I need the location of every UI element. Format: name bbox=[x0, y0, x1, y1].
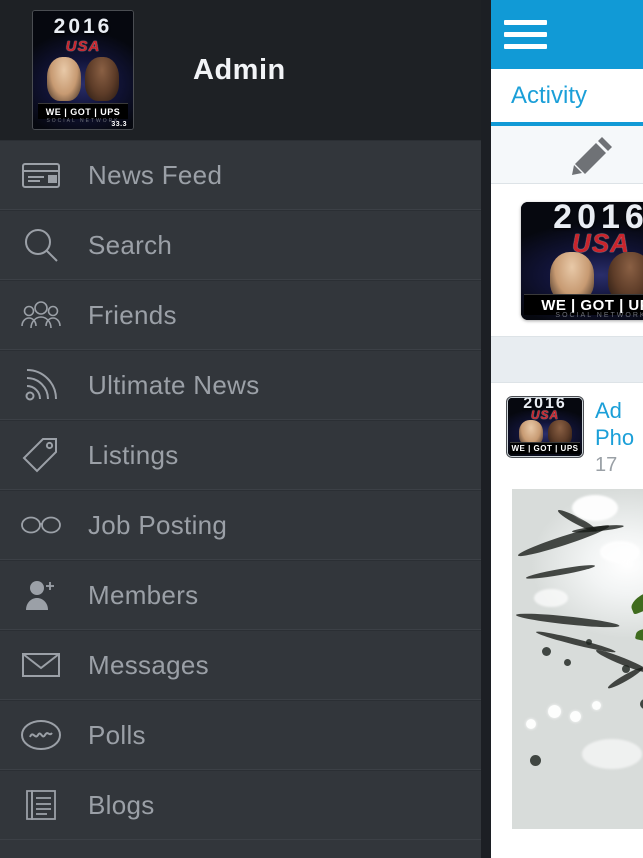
logo-year-text: 2016 bbox=[53, 15, 113, 38]
hamburger-bar bbox=[504, 20, 547, 25]
sidebar-item-friends[interactable]: Friends bbox=[0, 280, 481, 350]
sidebar-item-news-feed[interactable]: News Feed bbox=[0, 140, 481, 210]
post-title-line-1[interactable]: Ad bbox=[595, 397, 634, 424]
sidebar-item-label: Messages bbox=[88, 649, 209, 680]
drawer-menu: News Feed Search Friends Ultimate News L… bbox=[0, 140, 481, 840]
sidebar-item-messages[interactable]: Messages bbox=[0, 630, 481, 700]
avatar-portraits bbox=[508, 420, 582, 446]
search-icon bbox=[10, 226, 72, 264]
compose-toolbar bbox=[491, 126, 643, 184]
sidebar-item-search[interactable]: Search bbox=[0, 210, 481, 280]
drawer-header: 2016 USA WE | GOT | UPS SOCIAL NETWORK 3… bbox=[0, 0, 481, 140]
cover-photo-section: 2016 USA WE | GOT | UPS SOCIAL NETWORK bbox=[491, 184, 643, 336]
sidebar-item-label: News Feed bbox=[88, 159, 223, 190]
avatar-wordmark: WE | GOT | UPS bbox=[510, 442, 580, 454]
avatar[interactable]: 2016 USA WE | GOT | UPS bbox=[507, 397, 583, 457]
sidebar-item-label: Polls bbox=[88, 719, 146, 750]
content-panel: Activity 2016 USA WE | GOT | UPS bbox=[491, 0, 643, 858]
hamburger-bar bbox=[504, 44, 547, 49]
hamburger-menu-icon[interactable] bbox=[504, 20, 547, 49]
sidebar-item-listings[interactable]: Listings bbox=[0, 420, 481, 490]
sidebar-item-label: Blogs bbox=[88, 789, 155, 820]
page-title: Admin bbox=[193, 53, 286, 86]
logo-badge: 33.3 bbox=[103, 115, 133, 129]
sidebar-item-label: Ultimate News bbox=[88, 369, 260, 400]
cover-photo[interactable]: 2016 USA WE | GOT | UPS SOCIAL NETWORK bbox=[521, 202, 643, 320]
tab-bar: Activity bbox=[491, 69, 643, 126]
app-topbar bbox=[491, 0, 643, 69]
app-screen: 2016 USA WE | GOT | UPS SOCIAL NETWORK 3… bbox=[0, 0, 643, 858]
sidebar-item-ultimate-news[interactable]: Ultimate News bbox=[0, 350, 481, 420]
friends-icon bbox=[10, 300, 72, 330]
activity-post: 2016 USA WE | GOT | UPS Ad Pho 17 bbox=[491, 383, 643, 489]
drawer-gutter bbox=[481, 0, 491, 858]
pencil-icon[interactable] bbox=[571, 134, 615, 176]
logo-country-text: USA bbox=[33, 38, 133, 55]
logo-wordmark: WE | GOT | UPS bbox=[38, 103, 128, 119]
post-photo-water-splash[interactable] bbox=[512, 489, 643, 829]
section-separator bbox=[491, 336, 643, 383]
brand-logo: 2016 USA WE | GOT | UPS SOCIAL NETWORK 3… bbox=[33, 11, 133, 129]
logo-portrait-female bbox=[47, 57, 81, 101]
sidebar-item-label: Job Posting bbox=[88, 509, 228, 540]
cover-tagline: SOCIAL NETWORK bbox=[555, 312, 643, 319]
sidebar-item-blogs[interactable]: Blogs bbox=[0, 770, 481, 840]
logo-portraits bbox=[33, 57, 133, 101]
cover-portraits bbox=[521, 252, 643, 302]
post-title-line-2[interactable]: Pho bbox=[595, 424, 634, 451]
rss-icon bbox=[10, 367, 72, 403]
sidebar-item-members[interactable]: Members bbox=[0, 560, 481, 630]
post-text-block: Ad Pho 17 bbox=[595, 397, 634, 477]
post-timestamp: 17 bbox=[595, 454, 618, 476]
sidebar-item-label: Search bbox=[88, 229, 173, 260]
navigation-drawer: 2016 USA WE | GOT | UPS SOCIAL NETWORK 3… bbox=[0, 0, 481, 858]
envelope-icon bbox=[10, 651, 72, 679]
news-feed-icon bbox=[10, 160, 72, 190]
blogs-icon bbox=[10, 787, 72, 823]
post-photo-section bbox=[491, 489, 643, 829]
logo-portrait-male bbox=[85, 57, 119, 101]
hamburger-bar bbox=[504, 32, 547, 37]
sidebar-item-label: Friends bbox=[88, 299, 177, 330]
glasses-icon bbox=[10, 514, 72, 536]
sidebar-item-label: Members bbox=[88, 579, 199, 610]
tab-activity[interactable]: Activity bbox=[491, 82, 587, 110]
sidebar-item-polls[interactable]: Polls bbox=[0, 700, 481, 770]
polls-icon bbox=[10, 719, 72, 751]
member-add-icon bbox=[10, 578, 72, 612]
tag-icon bbox=[10, 437, 72, 473]
sidebar-item-label: Listings bbox=[88, 439, 179, 470]
sidebar-item-job-posting[interactable]: Job Posting bbox=[0, 490, 481, 560]
